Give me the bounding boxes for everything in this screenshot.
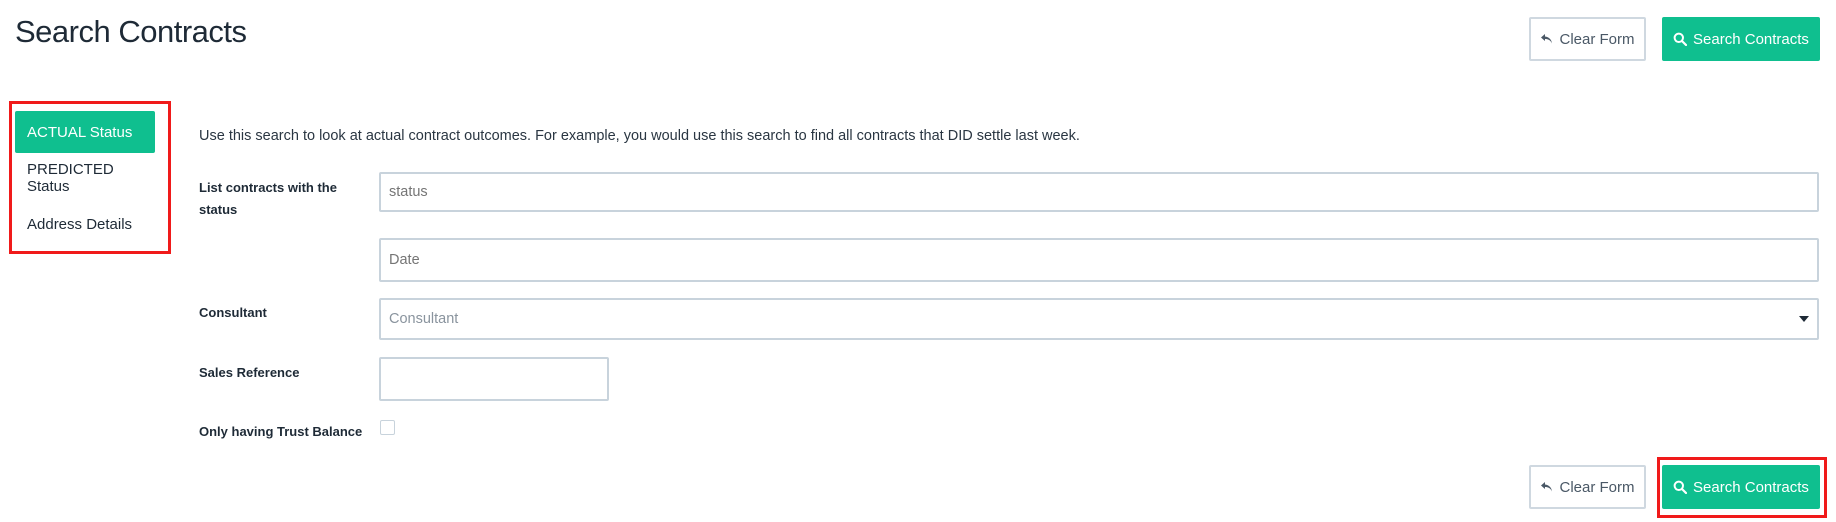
status-label: List contracts with the status bbox=[199, 180, 337, 217]
date-input[interactable] bbox=[379, 238, 1819, 282]
sidebar-item-label: PREDICTED Status bbox=[27, 161, 114, 195]
intro-text: Use this search to look at actual contra… bbox=[199, 128, 1080, 144]
sidebar-item-label: Address Details bbox=[27, 215, 133, 233]
undo-arrow-icon bbox=[1541, 34, 1553, 44]
consultant-select[interactable]: Consultant bbox=[379, 298, 1819, 340]
consultant-label: Consultant bbox=[199, 305, 267, 320]
clear-form-label: Clear Form bbox=[1559, 478, 1635, 496]
search-icon bbox=[1673, 480, 1688, 494]
search-contracts-button-bottom[interactable]: Search Contracts bbox=[1662, 465, 1820, 509]
clear-form-button-bottom[interactable]: Clear Form bbox=[1529, 465, 1646, 509]
search-contracts-button[interactable]: Search Contracts bbox=[1662, 17, 1820, 61]
caret-down-icon bbox=[1799, 316, 1809, 322]
consultant-select-value: Consultant bbox=[389, 311, 459, 327]
sidebar-item-actual-status[interactable]: ACTUAL Status bbox=[15, 111, 155, 153]
sidebar-item-label: ACTUAL Status bbox=[27, 123, 133, 141]
search-type-nav: ACTUAL Status PREDICTED Status Address D… bbox=[15, 111, 155, 249]
sidebar-item-predicted-status[interactable]: PREDICTED Status bbox=[15, 157, 155, 199]
page-title: Search Contracts bbox=[15, 14, 247, 49]
clear-form-label: Clear Form bbox=[1559, 30, 1635, 48]
search-contracts-label: Search Contracts bbox=[1693, 478, 1809, 496]
page: Search Contracts Clear Form Search Contr… bbox=[0, 0, 1836, 522]
status-input[interactable] bbox=[379, 172, 1819, 212]
sales-reference-label: Sales Reference bbox=[199, 365, 300, 380]
trust-balance-label: Only having Trust Balance bbox=[199, 424, 363, 439]
search-contracts-label: Search Contracts bbox=[1693, 30, 1809, 48]
clear-form-button[interactable]: Clear Form bbox=[1529, 17, 1646, 61]
undo-arrow-icon bbox=[1541, 482, 1553, 492]
search-icon bbox=[1673, 32, 1688, 46]
sidebar-item-address-details[interactable]: Address Details bbox=[15, 203, 155, 245]
sales-reference-input[interactable] bbox=[379, 357, 609, 401]
trust-balance-checkbox[interactable] bbox=[380, 420, 395, 435]
